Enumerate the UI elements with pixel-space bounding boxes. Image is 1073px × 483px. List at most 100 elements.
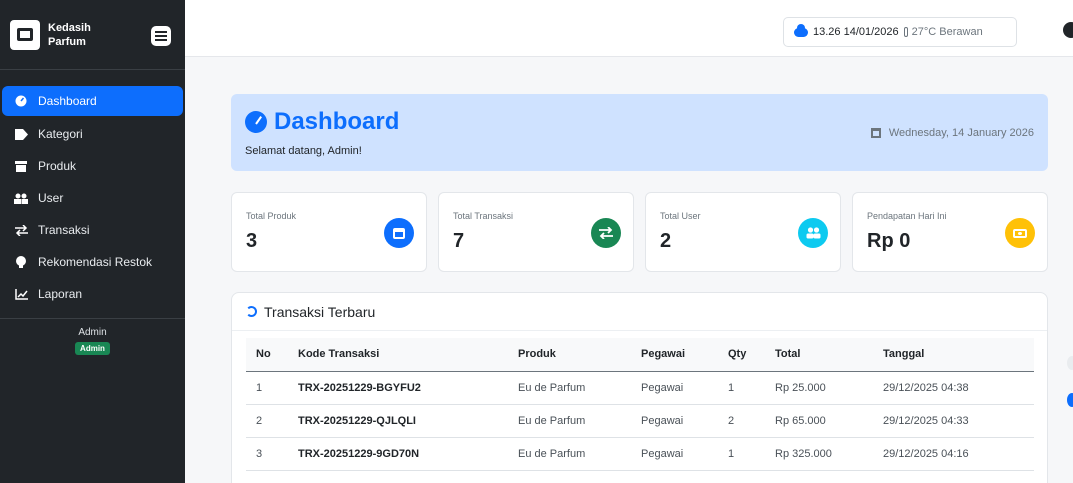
- cash-icon: [1005, 218, 1035, 248]
- transactions-table: No Kode Transaksi Produk Pegawai Qty Tot…: [246, 338, 1034, 483]
- topbar: 13.26 14/01/2026 27°C Berawan: [185, 0, 1073, 57]
- cell-tanggal: 29/12/2025 04:33: [873, 404, 1034, 438]
- table-row[interactable]: 1 TRX-20251229-BGYFU2 Eu de Parfum Pegaw…: [246, 371, 1034, 405]
- column-header: Kode Transaksi: [288, 338, 508, 372]
- brand-logo-icon: [10, 19, 40, 50]
- table-row[interactable]: [246, 470, 1034, 483]
- sidebar-item-produk[interactable]: Produk: [2, 150, 183, 182]
- stat-value: 3: [246, 230, 258, 252]
- cell-produk: Eu de Parfum: [508, 371, 631, 405]
- sidebar-item-label: Rekomendasi Restok: [38, 255, 153, 269]
- weather-text: 27°C Berawan: [911, 26, 983, 38]
- page-header: Dashboard Selamat datang, Admin! Wednesd…: [231, 94, 1048, 171]
- stat-card-total-user: Total User 2: [645, 192, 841, 272]
- box-icon: [14, 159, 28, 173]
- welcome-text: Selamat datang, Admin!: [245, 145, 362, 157]
- sidebar-item-label: Transaksi: [38, 223, 90, 237]
- cell-qty: 1: [718, 437, 765, 471]
- stat-label: Pendapatan Hari Ini: [867, 211, 947, 221]
- cell-kode: TRX-20251229-9GD70N: [288, 437, 508, 471]
- gauge-icon: [14, 94, 28, 108]
- cell-pegawai: Pegawai: [631, 404, 718, 438]
- column-header: Total: [765, 338, 873, 372]
- stat-label: Total User: [660, 211, 701, 221]
- page-title-group: Dashboard: [245, 108, 399, 136]
- user-avatar-icon[interactable]: [1063, 22, 1073, 38]
- table-row[interactable]: 3 TRX-20251229-9GD70N Eu de Parfum Pegaw…: [246, 437, 1034, 471]
- column-header: Qty: [718, 338, 765, 372]
- cell-qty: 2: [718, 404, 765, 438]
- sidebar-item-transaksi[interactable]: Transaksi: [2, 214, 183, 246]
- exchange-icon: [14, 223, 28, 237]
- stat-label: Total Produk: [246, 211, 297, 221]
- column-header: Produk: [508, 338, 631, 372]
- sidebar-user-name: Admin: [78, 327, 107, 338]
- column-header: Pegawai: [631, 338, 718, 372]
- card-title: Transaksi Terbaru: [264, 303, 376, 320]
- cell-tanggal: 29/12/2025 04:38: [873, 371, 1034, 405]
- cell-kode: [288, 470, 508, 483]
- exchange-icon: [591, 218, 621, 248]
- cell-qty: [718, 470, 765, 483]
- sidebar-item-kategori[interactable]: Kategori: [2, 118, 183, 150]
- stat-value: 2: [660, 230, 672, 252]
- page-title: Dashboard: [274, 108, 400, 135]
- sidebar: Kedasih Parfum Dashboard Kategori Produk…: [0, 0, 185, 483]
- history-icon: [246, 306, 257, 317]
- sidebar-item-label: Laporan: [38, 287, 83, 301]
- cell-total: [765, 470, 873, 483]
- sidebar-item-label: User: [38, 191, 64, 205]
- table-header-row: No Kode Transaksi Produk Pegawai Qty Tot…: [246, 338, 1034, 372]
- cell-no: 1: [246, 371, 288, 405]
- cell-pegawai: Pegawai: [631, 437, 718, 471]
- sidebar-divider: [0, 318, 185, 319]
- sidebar-user: Admin Admin: [0, 327, 185, 356]
- users-icon: [14, 191, 28, 205]
- floating-action-icon[interactable]: [1067, 393, 1073, 407]
- cell-pegawai: [631, 470, 718, 483]
- sidebar-toggle-button[interactable]: [151, 26, 171, 46]
- cell-qty: 1: [718, 371, 765, 405]
- lightbulb-icon: [14, 255, 28, 269]
- cell-tanggal: [873, 470, 1034, 483]
- thermometer-icon: [903, 27, 908, 37]
- column-header: Tanggal: [873, 338, 1034, 372]
- cell-no: 2: [246, 404, 288, 438]
- cell-produk: [508, 470, 631, 483]
- cell-kode: TRX-20251229-BGYFU2: [288, 371, 508, 405]
- cloud-icon: [794, 23, 808, 37]
- table-row[interactable]: 2 TRX-20251229-QJLQLI Eu de Parfum Pegaw…: [246, 404, 1034, 438]
- cell-total: Rp 65.000: [765, 404, 873, 438]
- sidebar-item-laporan[interactable]: Laporan: [2, 278, 183, 310]
- sidebar-item-label: Dashboard: [38, 94, 97, 108]
- sidebar-item-rekomendasi-restok[interactable]: Rekomendasi Restok: [2, 246, 183, 278]
- datetime-weather-widget: 13.26 14/01/2026 27°C Berawan: [783, 17, 1017, 47]
- calendar-icon: [870, 128, 881, 138]
- stat-card-total-transaksi: Total Transaksi 7: [438, 192, 634, 272]
- chart-icon: [14, 287, 28, 301]
- sidebar-menu: Dashboard Kategori Produk User Transaksi…: [0, 86, 185, 310]
- current-date-text: Wednesday, 14 January 2026: [888, 127, 1034, 139]
- card-header: Transaksi Terbaru: [232, 293, 1047, 331]
- cell-total: Rp 25.000: [765, 371, 873, 405]
- box-icon: [384, 218, 414, 248]
- stat-card-pendapatan: Pendapatan Hari Ini Rp 0: [852, 192, 1048, 272]
- sidebar-item-user[interactable]: User: [2, 182, 183, 214]
- cell-produk: Eu de Parfum: [508, 437, 631, 471]
- stat-card-total-produk: Total Produk 3: [231, 192, 427, 272]
- cell-tanggal: 29/12/2025 04:16: [873, 437, 1034, 471]
- current-date: Wednesday, 14 January 2026: [870, 127, 1034, 139]
- stat-label: Total Transaksi: [453, 211, 514, 221]
- floating-widget-icon[interactable]: [1067, 356, 1073, 370]
- cell-total: Rp 325.000: [765, 437, 873, 471]
- recent-transactions-card: Transaksi Terbaru No Kode Transaksi Prod…: [231, 292, 1048, 483]
- users-icon: [798, 218, 828, 248]
- cell-pegawai: Pegawai: [631, 371, 718, 405]
- sidebar-item-label: Kategori: [38, 127, 83, 141]
- datetime-text: 13.26 14/01/2026: [813, 26, 899, 38]
- cell-no: [246, 470, 288, 483]
- sidebar-item-dashboard[interactable]: Dashboard: [2, 86, 183, 116]
- brand-name: Kedasih Parfum: [48, 21, 91, 48]
- cell-kode: TRX-20251229-QJLQLI: [288, 404, 508, 438]
- cell-no: 3: [246, 437, 288, 471]
